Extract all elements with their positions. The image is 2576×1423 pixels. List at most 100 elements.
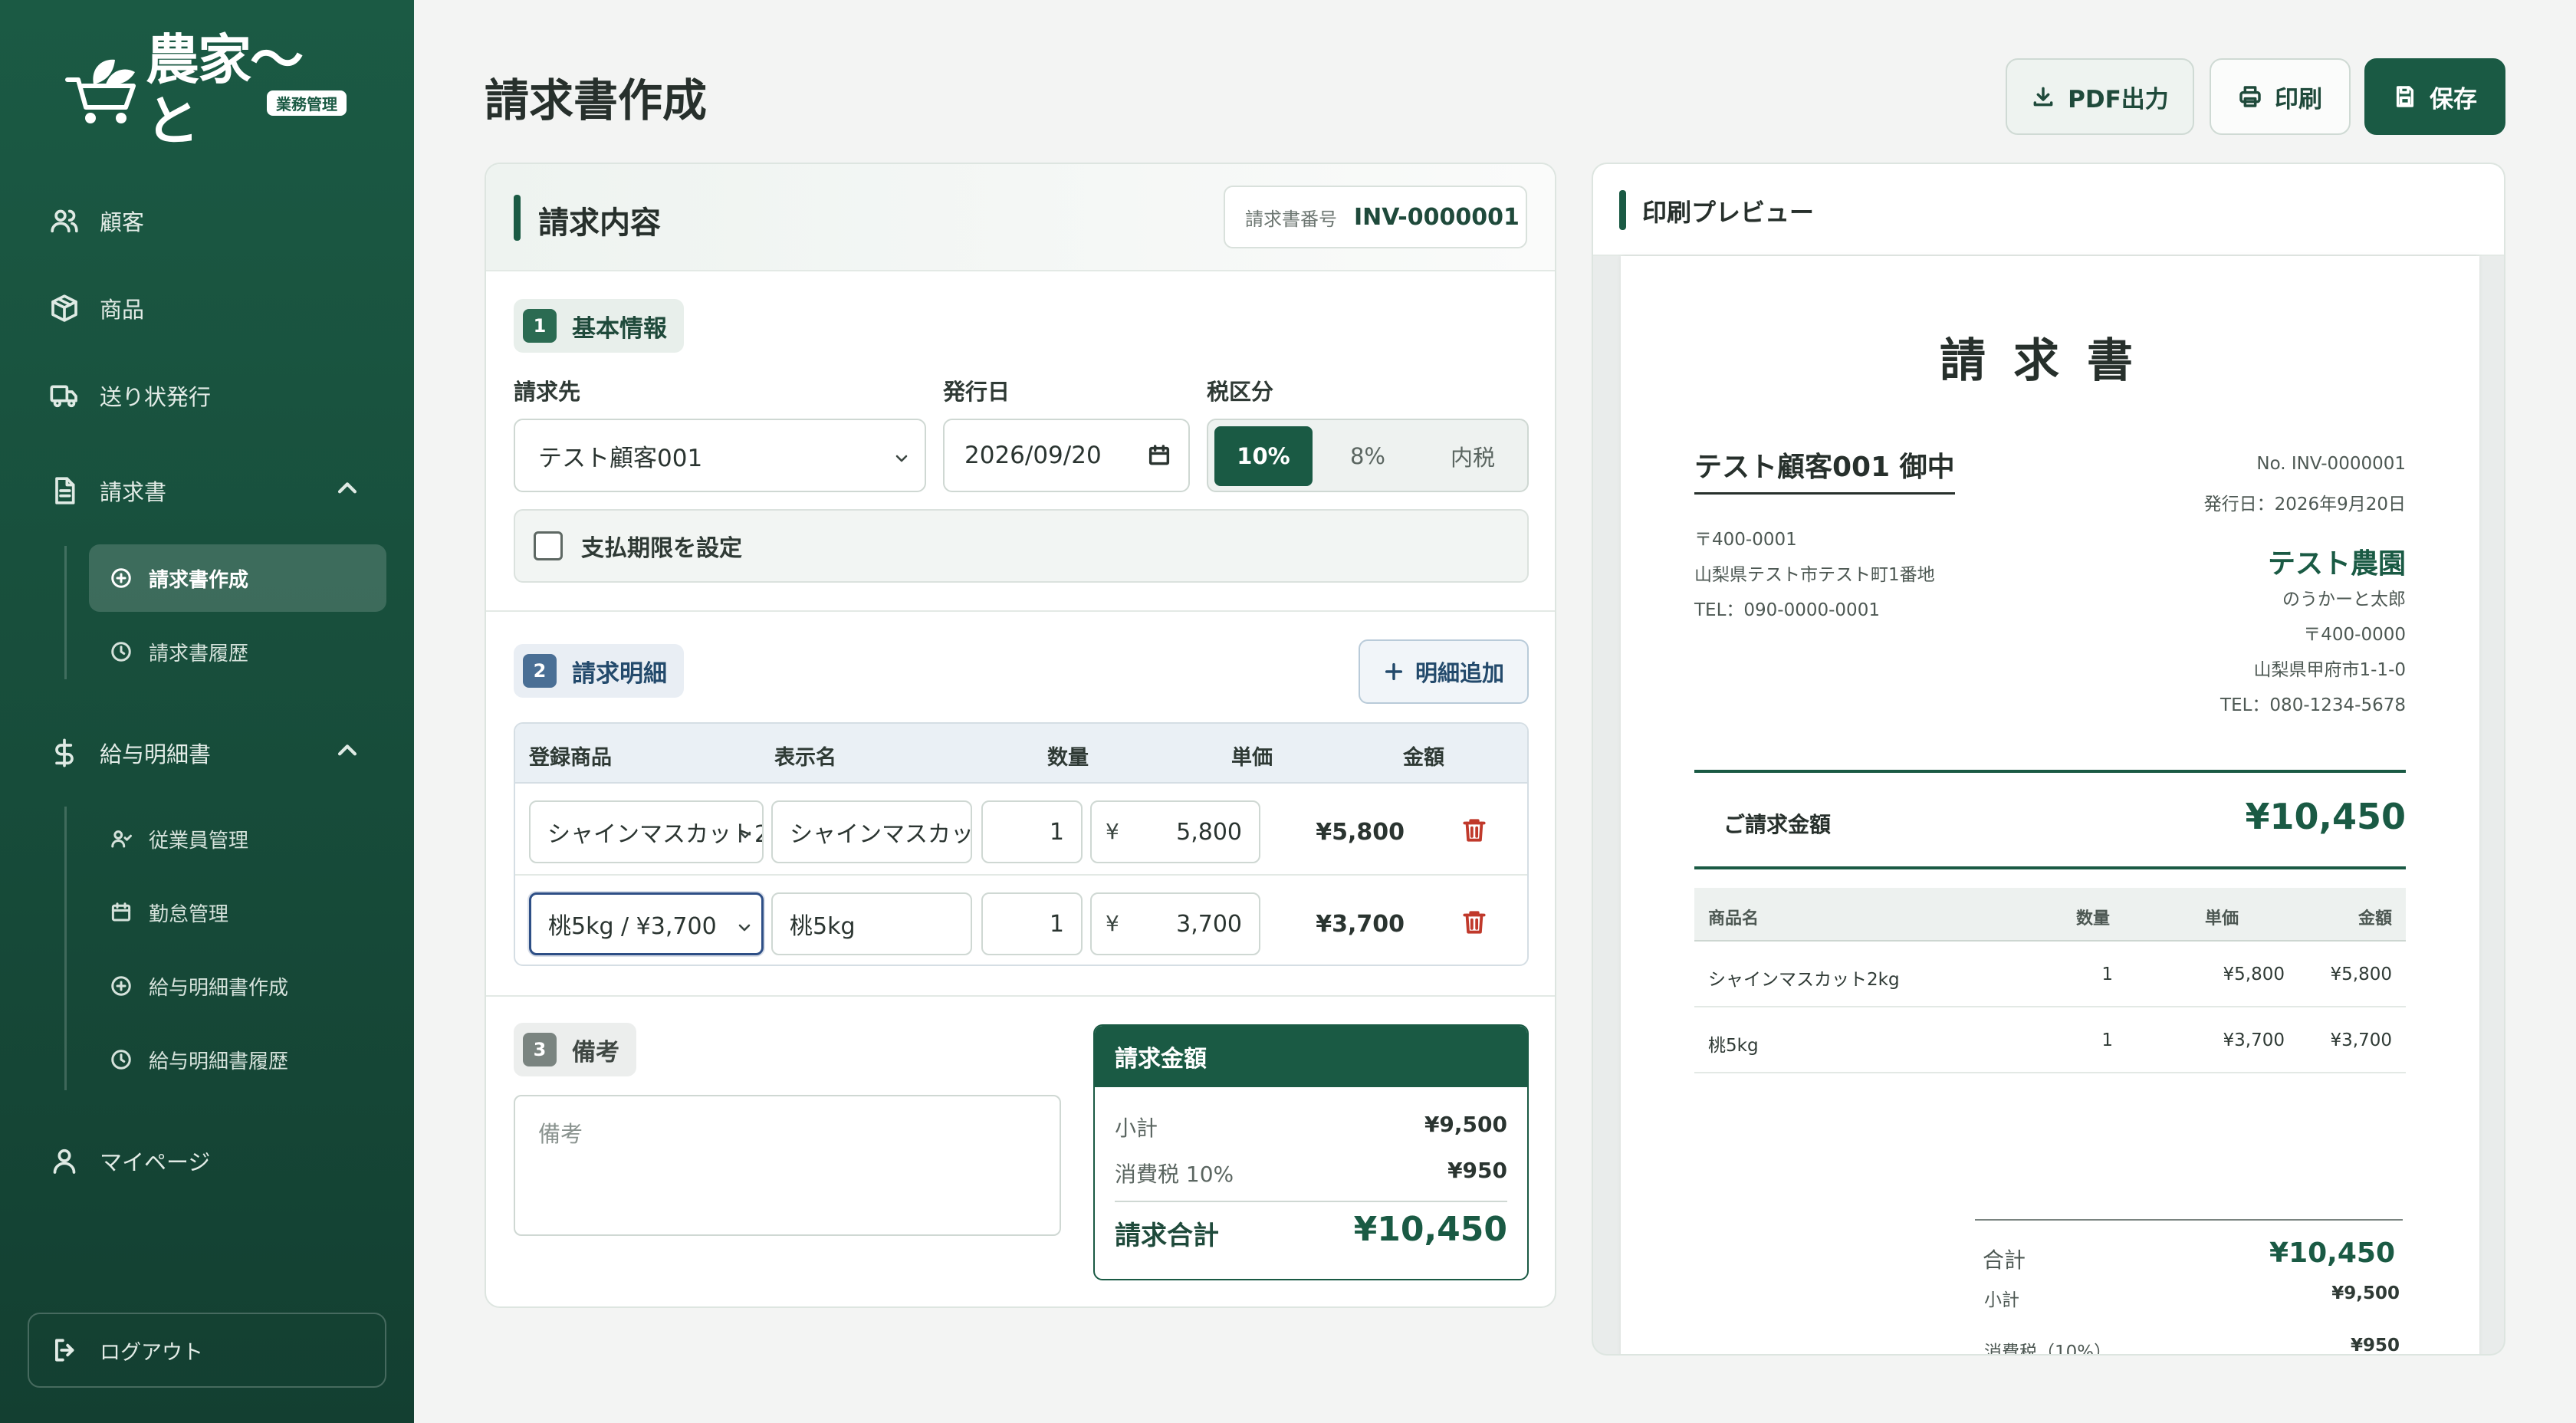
quantity-input[interactable]: 1 <box>981 892 1083 955</box>
display-name-input[interactable]: 桃5kg <box>771 892 972 955</box>
print-button[interactable]: 印刷 <box>2210 58 2351 135</box>
add-line-button[interactable]: 明細追加 <box>1359 639 1529 704</box>
sidebar-item-payslip-history[interactable]: 給与明細書履歴 <box>89 1026 386 1093</box>
sidebar-item-shipping[interactable]: 送り状発行 <box>46 373 211 419</box>
summary-box: 請求金額 小計 ¥9,500 消費税 10% ¥950 請求合計 ¥10,450 <box>1093 1024 1529 1280</box>
item-name: シャインマスカット2kg <box>1708 970 1900 990</box>
truck-icon <box>46 377 83 414</box>
issue-date-input[interactable]: 2026/09/20 <box>943 419 1190 492</box>
invoice-form-card: 請求内容 請求書番号 INV-0000001 1 基本情報 請求先 テスト顧客0… <box>485 163 1556 1308</box>
step-number: 3 <box>523 1033 557 1066</box>
card-header: 請求内容 請求書番号 INV-0000001 <box>486 164 1555 271</box>
product-select[interactable]: 桃5kg / ¥3,700 <box>529 892 764 955</box>
tax-label: 税区分 <box>1207 379 1274 405</box>
display-name-value: シャインマスカット2kg <box>790 821 972 848</box>
sidebar-item-payslip-create[interactable]: 給与明細書作成 <box>89 952 386 1020</box>
logout-icon <box>55 1339 74 1362</box>
sidebar-item-payroll[interactable]: 給与明細書 <box>46 730 211 776</box>
step-line-items: 2 請求明細 <box>514 644 684 698</box>
document-number: No. INV-0000001 <box>2256 454 2406 474</box>
section-divider <box>486 610 1555 612</box>
preview-header: 印刷プレビュー <box>1593 164 2504 256</box>
tax-option-10[interactable]: 10% <box>1214 426 1313 486</box>
submenu-guide-line <box>64 546 67 679</box>
display-name-input[interactable]: シャインマスカット2kg <box>771 800 972 863</box>
column-header: 単価 <box>1231 746 1273 770</box>
subtotal-label: 小計 <box>1115 1116 1158 1141</box>
column-header: 数量 <box>2076 909 2111 928</box>
line-amount: ¥3,700 <box>1316 911 1405 938</box>
pdf-export-label: PDF出力 <box>2068 85 2169 113</box>
item-name: 桃5kg <box>1708 1036 1759 1056</box>
step-number: 2 <box>523 654 557 688</box>
due-date-checkbox[interactable] <box>534 531 563 560</box>
product-value: シャインマスカット2kg / ¥5,800 <box>547 821 762 848</box>
chevron-up-icon[interactable] <box>334 475 365 506</box>
logout-button[interactable]: ログアウト <box>28 1313 386 1388</box>
app-logo[interactable]: 農家〜と 業務管理 <box>60 29 347 152</box>
total-label: 請求合計 <box>1115 1221 1219 1251</box>
sidebar-item-invoice-history[interactable]: 請求書履歴 <box>89 618 386 685</box>
submenu-guide-line <box>64 807 67 1090</box>
trash-icon[interactable] <box>1460 908 1489 940</box>
unit-price-input[interactable]: ¥ 3,700 <box>1090 892 1260 955</box>
sidebar-item-label: 請求書履歴 <box>149 642 249 665</box>
client-tel: TEL：090-0000-0001 <box>1694 600 1880 620</box>
client-zip: 〒400-0001 <box>1694 530 1797 550</box>
sidebar-item-mypage[interactable]: マイページ <box>46 1138 210 1184</box>
sidebar-item-products[interactable]: 商品 <box>46 285 144 331</box>
billed-amount-box: ご請求金額 ¥10,450 <box>1694 770 2406 869</box>
chevron-up-icon[interactable] <box>334 738 365 768</box>
tax-toggle: 10% 8% 内税 <box>1207 419 1529 492</box>
product-select[interactable]: シャインマスカット2kg / ¥5,800 <box>529 800 764 863</box>
unit-price-input[interactable]: ¥ 5,800 <box>1090 800 1260 863</box>
item-price: ¥3,700 <box>2223 1030 2285 1050</box>
preview-subtotal-row: 小計 ¥9,500 <box>1978 1280 2406 1311</box>
sidebar-item-invoices[interactable]: 請求書 <box>46 468 166 514</box>
invoice-paper[interactable]: 請求書 テスト顧客001 御中 〒400-0001 山梨県テスト市テスト町1番地… <box>1621 256 2479 1354</box>
sidebar-item-invoice-create[interactable]: 請求書作成 <box>89 544 386 612</box>
currency-symbol: ¥ <box>1106 911 1119 936</box>
user-check-icon <box>107 825 135 853</box>
issuer-name: テスト農園 <box>2267 548 2406 580</box>
page-title: 請求書作成 <box>485 74 708 127</box>
column-header: 表示名 <box>774 746 836 770</box>
issue-date-value: 2026/09/20 <box>964 442 1102 469</box>
client-value: テスト顧客001 <box>538 444 703 472</box>
sidebar-item-label: 送り状発行 <box>100 384 212 410</box>
sidebar-item-customers[interactable]: 顧客 <box>46 198 144 244</box>
save-icon <box>2396 86 2414 107</box>
logo-subtitle: 業務管理 <box>267 90 347 116</box>
box-icon <box>46 290 83 327</box>
save-button[interactable]: 保存 <box>2364 58 2505 135</box>
calendar-icon[interactable] <box>1147 443 1171 474</box>
due-date-toggle[interactable]: 支払期限を設定 <box>514 509 1529 583</box>
cart-leaf-icon <box>60 52 144 129</box>
item-qty: 1 <box>2101 965 2113 984</box>
quantity-value: 1 <box>1049 818 1064 846</box>
display-name-value: 桃5kg <box>790 913 856 940</box>
billed-amount-label: ご請求金額 <box>1723 812 1832 837</box>
sidebar-item-employees[interactable]: 従業員管理 <box>89 805 386 873</box>
tax-row: 消費税 10% ¥950 <box>1115 1158 1507 1188</box>
pdf-export-button[interactable]: PDF出力 <box>2006 58 2194 135</box>
tax-option-8[interactable]: 8% <box>1319 426 1417 486</box>
sidebar-item-label: 請求書作成 <box>149 568 249 592</box>
issuer-address: 山梨県甲府市1-1-0 <box>2253 660 2407 680</box>
quantity-input[interactable]: 1 <box>981 800 1083 863</box>
users-icon <box>46 202 83 239</box>
column-header: 単価 <box>2205 909 2239 928</box>
memo-textarea[interactable]: 備考 <box>514 1095 1061 1236</box>
sidebar-item-label: 顧客 <box>100 209 145 235</box>
preview-items-table: 商品名 数量 単価 金額 シャインマスカット2kg 1 ¥5,800 ¥5,80… <box>1694 888 2406 1073</box>
client-select[interactable]: テスト顧客001 <box>514 419 926 492</box>
line-amount: ¥5,800 <box>1316 819 1405 846</box>
step-title: 基本情報 <box>572 314 667 343</box>
sidebar-item-attendance[interactable]: 勤怠管理 <box>89 879 386 946</box>
plus-circle-icon <box>107 564 135 592</box>
tax-option-inclusive[interactable]: 内税 <box>1423 426 1523 486</box>
issuer-zip: 〒400-0000 <box>2303 625 2406 645</box>
column-header: 金額 <box>2358 909 2392 928</box>
trash-icon[interactable] <box>1460 816 1489 848</box>
item-price: ¥5,800 <box>2223 965 2285 984</box>
